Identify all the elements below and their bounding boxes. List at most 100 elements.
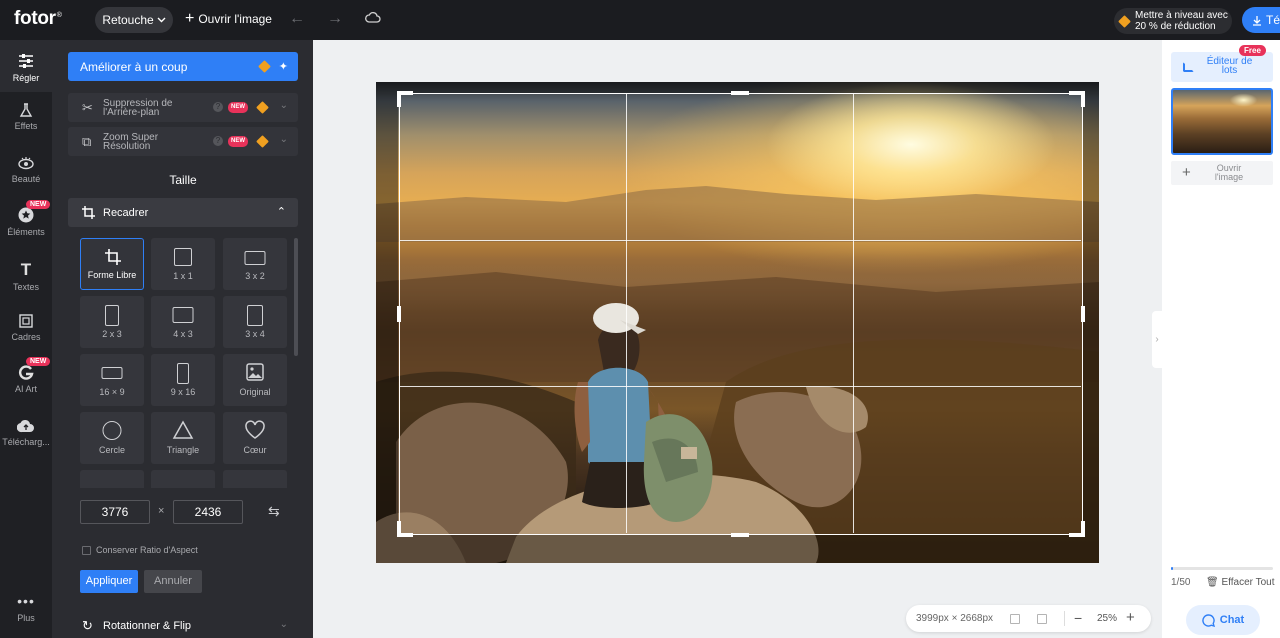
nav-cadres[interactable]: Cadres xyxy=(0,313,52,342)
fit-screen-icon[interactable] xyxy=(1010,614,1020,624)
chevron-up-icon: ⌃ xyxy=(276,206,286,218)
keep-ratio-checkbox[interactable] xyxy=(82,546,91,555)
crop-handle-bottom-left[interactable] xyxy=(397,521,401,537)
nav-telecharger[interactable]: Télécharg... xyxy=(0,418,52,447)
upgrade-button[interactable]: Mettre à niveau avec 20 % de réduction xyxy=(1114,8,1232,34)
crop-handle-bottom-right[interactable] xyxy=(1081,521,1085,537)
nav-regler[interactable]: Régler xyxy=(0,40,52,92)
heart-icon xyxy=(245,420,265,439)
zoom-in-button[interactable]: + xyxy=(1126,609,1135,626)
nav-beaute[interactable]: Beauté xyxy=(0,155,52,184)
crop-box[interactable] xyxy=(397,91,1085,537)
free-badge: Free xyxy=(1239,45,1266,56)
open-image-secondary-button[interactable]: + Ouvrir l'image xyxy=(1171,161,1273,185)
batch-editor-button[interactable]: Éditeur de lots xyxy=(1171,52,1273,82)
help-icon[interactable]: ? xyxy=(213,102,223,112)
crop-option-more[interactable] xyxy=(80,470,144,488)
crop-option-more[interactable] xyxy=(151,470,215,488)
help-icon[interactable]: ? xyxy=(213,136,223,146)
crop-handle-bottom[interactable] xyxy=(731,533,749,537)
diamond-icon xyxy=(256,101,269,114)
nav-elements[interactable]: Éléments NEW xyxy=(0,200,52,237)
crop-option-16x9[interactable]: 16 × 9 xyxy=(80,354,144,406)
zoom-level[interactable]: 25% xyxy=(1097,613,1117,624)
trash-icon: 🗑 xyxy=(1206,577,1219,588)
crop-gridline xyxy=(853,94,854,533)
chevron-down-icon xyxy=(157,17,166,23)
crop-option-heart[interactable]: Cœur xyxy=(223,412,287,464)
cloud-save-icon[interactable] xyxy=(365,11,381,23)
crop-handle-left[interactable] xyxy=(397,306,401,322)
crop-option-freeform[interactable]: Forme Libre xyxy=(80,238,144,290)
rotate-flip-section[interactable]: ↻ Rotationner & Flip ⌄ xyxy=(68,614,298,638)
crop-option-3x4[interactable]: 3 x 4 xyxy=(223,296,287,348)
crop-option-circle[interactable]: Cercle xyxy=(80,412,144,464)
redo-icon[interactable]: → xyxy=(327,10,343,28)
crop-icon xyxy=(105,249,121,265)
section-title-size: Taille xyxy=(169,173,197,187)
width-input[interactable]: 3776 xyxy=(80,500,150,524)
crop-gridline xyxy=(400,240,1081,241)
crop-option-more[interactable] xyxy=(223,470,287,488)
crop-option-original[interactable]: Original xyxy=(223,354,287,406)
scissors-icon: ✂ xyxy=(82,100,93,115)
one-tap-enhance-button[interactable]: Améliorer à un coup ✦ xyxy=(68,52,298,81)
crop-ratio-grid: Forme Libre 1 x 1 3 x 2 2 x 3 4 x 3 3 x … xyxy=(80,238,291,488)
image-thumbnail[interactable] xyxy=(1171,88,1273,155)
crop-option-3x2[interactable]: 3 x 2 xyxy=(223,238,287,290)
crop-handle-right[interactable] xyxy=(1081,306,1085,322)
open-image-button[interactable]: + Ouvrir l'image xyxy=(185,11,272,27)
landscape-ratio-icon xyxy=(172,307,194,323)
chat-button[interactable]: Chat xyxy=(1186,605,1260,635)
download-button[interactable]: Té xyxy=(1242,7,1280,33)
mode-dropdown[interactable]: Retouche xyxy=(95,7,173,33)
eye-icon xyxy=(18,157,34,170)
square-ratio-icon xyxy=(174,248,192,266)
cancel-button[interactable]: Annuler xyxy=(144,570,202,593)
apply-button[interactable]: Appliquer xyxy=(80,570,138,593)
adjust-panel: Améliorer à un coup ✦ ✂ Suppression de l'… xyxy=(52,40,313,638)
triangle-icon xyxy=(172,420,194,439)
swap-dimensions-icon[interactable]: ⇆ xyxy=(268,503,280,520)
image-icon xyxy=(246,363,264,381)
crop-option-4x3[interactable]: 4 x 3 xyxy=(151,296,215,348)
zoom-resolution-icon: ⧉ xyxy=(82,134,92,149)
crop-option-2x3[interactable]: 2 x 3 xyxy=(80,296,144,348)
collapse-right-panel-tab[interactable]: › xyxy=(1152,311,1162,368)
crop-option-9x16[interactable]: 9 x 16 xyxy=(151,354,215,406)
circle-icon xyxy=(102,421,122,440)
crop-grid-scrollbar[interactable] xyxy=(294,238,298,356)
background-removal-tool[interactable]: ✂ Suppression de l'Arrière-plan ? NEW ⌄ xyxy=(68,93,298,122)
text-icon: T xyxy=(20,260,32,279)
crop-option-triangle[interactable]: Triangle xyxy=(151,412,215,464)
top-bar: fotor® Retouche + Ouvrir l'image ← → Met… xyxy=(0,0,1280,40)
crop-gridline xyxy=(400,386,1081,387)
nav-ai-art[interactable]: AI Art NEW xyxy=(0,357,52,394)
diamond-icon xyxy=(256,135,269,148)
ai-art-icon xyxy=(19,365,34,380)
nav-effets[interactable]: Effets xyxy=(0,102,52,131)
magic-wand-icon: ✦ xyxy=(278,61,288,73)
zoom-out-button[interactable]: − xyxy=(1074,610,1082,626)
crop-option-1x1[interactable]: 1 x 1 xyxy=(151,238,215,290)
compare-icon[interactable] xyxy=(1037,614,1047,624)
clear-all-button[interactable]: 🗑 Effacer Tout xyxy=(1206,577,1274,588)
diamond-icon xyxy=(1118,14,1131,28)
crop-handle-top-left[interactable] xyxy=(397,91,401,107)
keep-ratio-label: Conserver Ratio d'Aspect xyxy=(96,545,198,555)
nav-plus[interactable]: ••• Plus xyxy=(0,592,52,623)
progress-fill xyxy=(1171,567,1174,570)
undo-icon[interactable]: ← xyxy=(289,10,305,28)
crop-handle-top[interactable] xyxy=(731,91,749,95)
super-resolution-tool[interactable]: ⧉ Zoom Super Résolution ? NEW ⌄ xyxy=(68,127,298,156)
crop-handle-top-right[interactable] xyxy=(1081,91,1085,107)
batch-icon xyxy=(1183,62,1194,72)
canvas-status-bar: 3999px × 2668px − 25% + xyxy=(906,605,1151,632)
plus-icon: + xyxy=(1182,164,1191,181)
nav-textes[interactable]: T Textes xyxy=(0,260,52,293)
crop-section-header[interactable]: Recadrer ⌃ xyxy=(68,198,298,227)
chat-icon xyxy=(1202,613,1215,627)
height-input[interactable]: 2436 xyxy=(173,500,243,524)
fotor-logo[interactable]: fotor® xyxy=(14,8,62,30)
chevron-down-icon: ⌄ xyxy=(279,100,288,111)
